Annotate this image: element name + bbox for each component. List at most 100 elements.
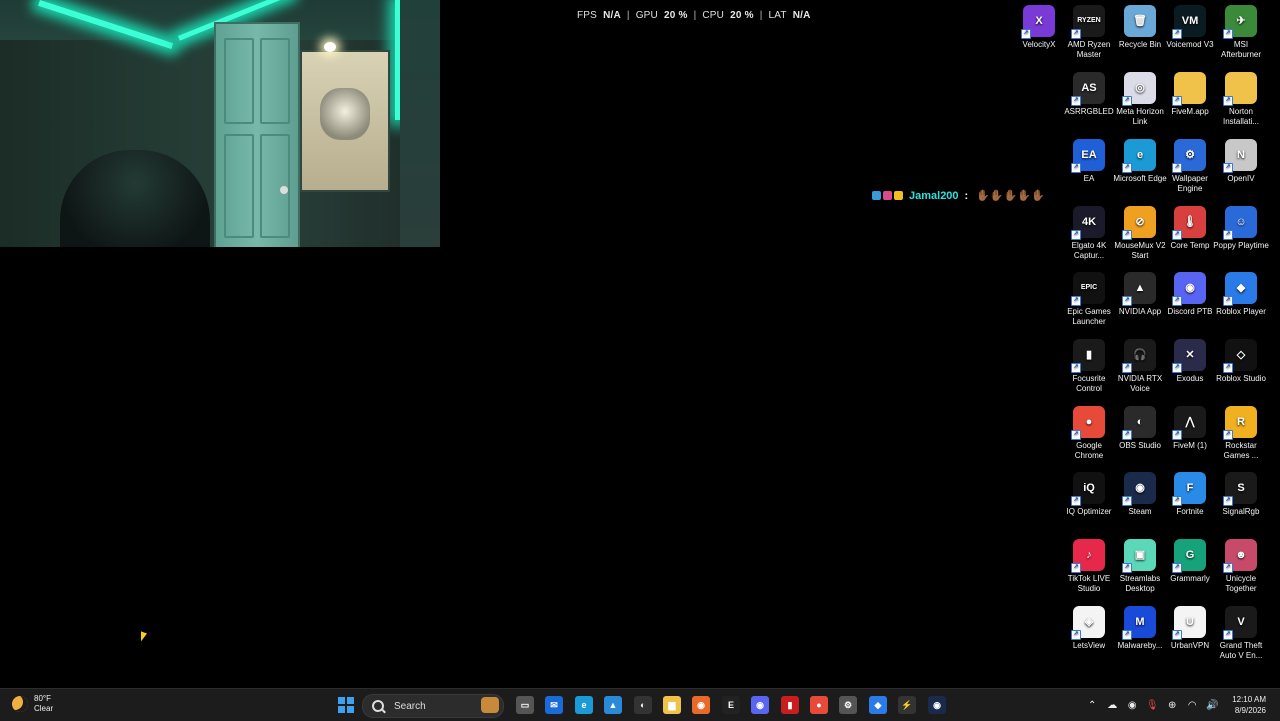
desktop-icon[interactable]: ⋀ ↗ FiveM (1) <box>1162 406 1218 451</box>
red-app-icon[interactable]: ▮ <box>781 696 799 714</box>
shortcut-arrow-icon: ↗ <box>1071 563 1081 573</box>
desktop-icon-label: MouseMux V2 Start <box>1114 241 1166 260</box>
task-view-icon[interactable]: ▭ <box>516 696 534 714</box>
desktop-icon[interactable]: 🗑 Recycle Bin <box>1112 5 1168 50</box>
desktop-icon[interactable]: ⚙ ↗ Wallpaper Engine <box>1162 139 1218 194</box>
shortcut-arrow-icon: ↗ <box>1071 296 1081 306</box>
desktop-icon[interactable]: N ↗ OpenIV <box>1213 139 1269 184</box>
desktop-icon[interactable]: ◆ ↗ Roblox Player <box>1213 272 1269 317</box>
fivem-icon: ⋀ ↗ <box>1172 406 1206 440</box>
vpn-icon[interactable]: ⊕ <box>1165 698 1179 712</box>
weather-temp: 80°F <box>34 694 51 703</box>
desktop-icon[interactable]: ▲ ↗ NVIDIA App <box>1112 272 1168 317</box>
desktop-icon-label: Rockstar Games ... <box>1223 441 1259 460</box>
clock[interactable]: 12:10 AM 8/9/2026 <box>1232 694 1266 716</box>
desktop-icon[interactable]: RYZEN ↗ AMD Ryzen Master <box>1061 5 1117 60</box>
desktop-icon-label: AMD Ryzen Master <box>1067 40 1111 59</box>
weather-widget[interactable]: 80°F Clear <box>12 694 53 714</box>
desktop-icon-label: Voicemod V3 <box>1166 40 1214 49</box>
shortcut-arrow-icon: ↗ <box>1071 96 1081 106</box>
letsview-icon: ◈ ↗ <box>1071 606 1105 640</box>
chevron-up-icon[interactable]: ⌃ <box>1085 698 1099 712</box>
desktop-icon[interactable]: F ↗ Fortnite <box>1162 472 1218 517</box>
microphone-icon[interactable]: 🎙 <box>1145 698 1159 712</box>
edge-taskbar-icon[interactable]: e <box>575 696 593 714</box>
webcam-wall <box>400 0 440 247</box>
desktop-icon[interactable]: VM ↗ Voicemod V3 <box>1162 5 1218 50</box>
eye-icon[interactable]: ◉ <box>1125 698 1139 712</box>
desktop-icon[interactable]: 4K ↗ Elgato 4K Captur... <box>1061 206 1117 261</box>
desktop-icon[interactable]: R ↗ Rockstar Games ... <box>1213 406 1269 461</box>
desktop-icon[interactable]: 🌡 ↗ Core Temp <box>1162 206 1218 251</box>
desktop-icon[interactable]: ☻ ↗ Unicycle Together <box>1213 539 1269 594</box>
desktop-icon-label: Exodus <box>1176 374 1204 383</box>
desktop-icon[interactable]: ↗ Norton Installati... <box>1213 72 1269 127</box>
desktop-icon[interactable]: ◇ ↗ Roblox Studio <box>1213 339 1269 384</box>
shortcut-arrow-icon: ↗ <box>1122 363 1132 373</box>
shortcut-arrow-icon: ↗ <box>1223 296 1233 306</box>
desktop-icon[interactable]: 🎧 ↗ NVIDIA RTX Voice <box>1112 339 1168 394</box>
search-input[interactable]: Search <box>362 694 504 718</box>
desktop-icon[interactable]: ⊘ ↗ MouseMux V2 Start <box>1112 206 1168 261</box>
desktop-icon[interactable]: ◐ ↗ OBS Studio <box>1112 406 1168 451</box>
desktop-icon[interactable]: ✈ ↗ MSI Afterburner <box>1213 5 1269 60</box>
desktop-icon[interactable]: ◉ ↗ Discord PTB <box>1162 272 1218 317</box>
chat-text: ✋🏾✋🏾✋🏾✋🏾✋🏾 <box>976 190 1045 202</box>
tiktok-icon: ♪ ↗ <box>1071 539 1105 573</box>
desktop-icon[interactable]: S ↗ SignalRgb <box>1213 472 1269 517</box>
desktop-icon[interactable]: EA ↗ EA <box>1061 139 1117 184</box>
shortcut-arrow-icon: ↗ <box>1122 630 1132 640</box>
start-button[interactable] <box>337 696 355 714</box>
desktop-icon[interactable]: ◈ ↗ LetsView <box>1061 606 1117 651</box>
desktop-icon[interactable]: ♪ ↗ TikTok LIVE Studio <box>1061 539 1117 594</box>
discord-taskbar-icon[interactable]: ◉ <box>751 696 769 714</box>
desktop-icon[interactable]: ↗ FiveM.app <box>1162 72 1218 117</box>
voicemod-icon: VM ↗ <box>1172 5 1206 39</box>
obs-taskbar-icon[interactable]: ◐ <box>634 696 652 714</box>
desktop-icon[interactable]: AS ↗ ASRRGBLED <box>1061 72 1117 117</box>
desktop-icon-label: Fortnite <box>1176 507 1204 516</box>
wifi-icon[interactable]: ◠ <box>1185 698 1199 712</box>
shortcut-arrow-icon: ↗ <box>1223 230 1233 240</box>
chrome-taskbar-icon[interactable]: ● <box>810 696 828 714</box>
search-highlight-icon <box>481 697 499 713</box>
ceiling-light <box>324 42 336 52</box>
photos-icon[interactable]: ▲ <box>604 696 622 714</box>
desktop-icon[interactable]: e ↗ Microsoft Edge <box>1112 139 1168 184</box>
cloud-icon[interactable]: ☁ <box>1105 698 1119 712</box>
recycle-bin-icon: 🗑 <box>1124 5 1156 37</box>
desktop-icon[interactable]: ● ↗ Google Chrome <box>1061 406 1117 461</box>
desktop-icon[interactable]: ◉ ↗ Steam <box>1112 472 1168 517</box>
desktop-icon[interactable]: ✕ ↗ Exodus <box>1162 339 1218 384</box>
settings-icon[interactable]: ⚙ <box>839 696 857 714</box>
epic-taskbar-icon[interactable]: E <box>722 696 740 714</box>
desktop-icon[interactable]: iQ ↗ IQ Optimizer <box>1061 472 1117 517</box>
desktop-icon-label: FiveM (1) <box>1173 441 1207 450</box>
desktop-icon-label: VelocityX <box>1022 40 1056 49</box>
shortcut-arrow-icon: ↗ <box>1071 29 1081 39</box>
desktop-icon-label: OpenIV <box>1227 174 1255 183</box>
shortcut-arrow-icon: ↗ <box>1172 630 1182 640</box>
desktop-icon[interactable]: M ↗ Malwareby... <box>1112 606 1168 651</box>
desktop-icon[interactable]: V ↗ Grand Theft Auto V En... <box>1213 606 1269 661</box>
file-explorer-icon[interactable]: ▆ <box>663 696 681 714</box>
taskbar: 80°F Clear Search ▭ ✉ e ▲ ◐ ▆ ◉ E ◉ ▮ ● ⚙ ◆ ⚡ ◉ ⌃ ☁ ◉ … <box>0 688 1280 721</box>
desktop-icon[interactable]: ◎ ↗ Meta Horizon Link <box>1112 72 1168 127</box>
desktop-icon-label: IQ Optimizer <box>1066 507 1112 516</box>
desktop-icon[interactable]: ▮ ↗ Focusrite Control <box>1061 339 1117 394</box>
desktop-icon-label: OBS Studio <box>1119 441 1161 450</box>
desktop-icon[interactable]: X ↗ VelocityX <box>1011 5 1067 50</box>
speaker-icon[interactable]: 🔊 <box>1205 698 1219 712</box>
gaming-chair <box>60 150 210 247</box>
desktop-icon[interactable]: U ↗ UrbanVPN <box>1162 606 1218 651</box>
outlook-icon[interactable]: ✉ <box>545 696 563 714</box>
desktop-icon[interactable]: ☺ ↗ Poppy Playtime <box>1213 206 1269 251</box>
desktop-icon[interactable]: ▣ ↗ Streamlabs Desktop <box>1112 539 1168 594</box>
desktop-icon[interactable]: EPIC ↗ Epic Games Launcher <box>1061 272 1117 327</box>
steam-taskbar-icon[interactable]: ◉ <box>928 696 946 714</box>
firefox-icon[interactable]: ◉ <box>692 696 710 714</box>
power-app-icon[interactable]: ⚡ <box>898 696 916 714</box>
desktop-icon-label: NVIDIA App <box>1118 307 1162 316</box>
roblox-taskbar-icon[interactable]: ◆ <box>869 696 887 714</box>
desktop-icon[interactable]: G ↗ Grammarly <box>1162 539 1218 584</box>
